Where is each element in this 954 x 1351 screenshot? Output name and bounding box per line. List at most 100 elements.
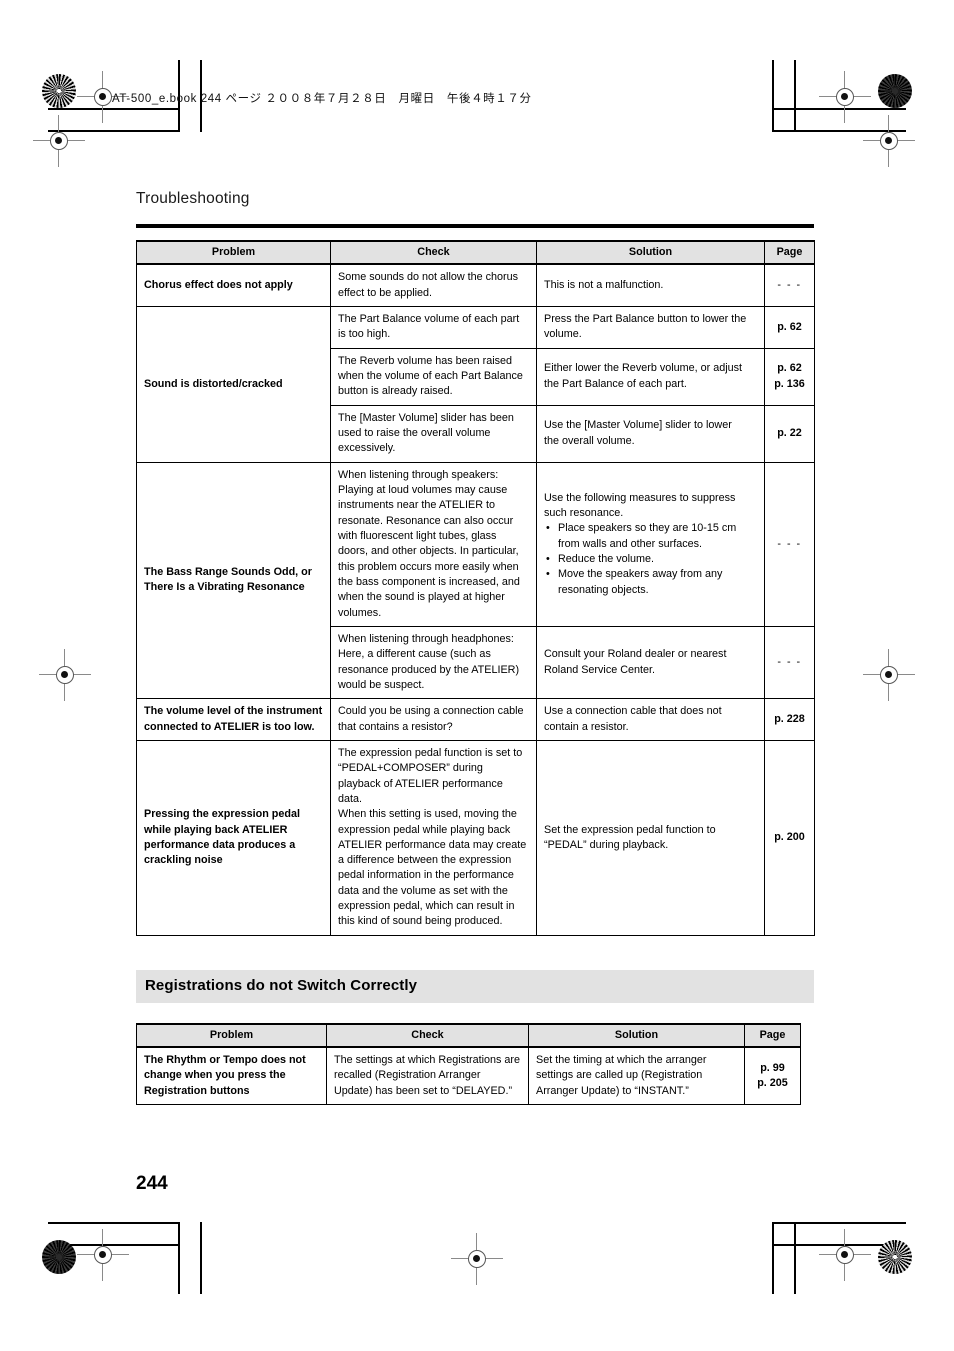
text-line: Use the [Master Volume] slider to lower — [544, 419, 732, 432]
table-row: The Rhythm or Tempo does not change when… — [136, 1046, 801, 1106]
cell-solution: This is not a malfunction. — [536, 263, 765, 307]
cell-problem: The volume level of the instrument conne… — [136, 698, 331, 741]
text-line: used to raise the overall volume — [338, 426, 491, 439]
cell-problem: The Bass Range Sounds Odd, or There Is a… — [136, 461, 331, 700]
page-title: Troubleshooting — [136, 190, 250, 207]
text-line: change when you press the — [144, 1069, 286, 1082]
text-line: Either lower the Reverb volume, or adjus… — [544, 362, 743, 375]
text-line: volumes. — [338, 606, 382, 619]
text-line: when the sound is played at higher — [338, 591, 505, 604]
text-line: expression pedal while playing back — [338, 823, 511, 836]
text-line: Some sounds do not allow the chorus — [338, 271, 519, 284]
cell-solution: Use the [Master Volume] slider to lower … — [536, 404, 765, 463]
text-line: would be suspect. — [338, 678, 425, 691]
text-line: when the volume of each Part Balance — [338, 369, 523, 382]
column-header-page: Page — [764, 239, 815, 266]
text-line: such resonance. — [544, 506, 624, 519]
cell-check: When listening through speakers: Playing… — [330, 461, 537, 627]
registrations-table: Problem Check Solution Page The Rhythm o… — [136, 1022, 801, 1106]
title-rule — [136, 224, 814, 228]
text-line: Could you be using a connection cable — [338, 705, 524, 718]
text-line: excessively. — [338, 442, 396, 455]
text-line: resonance produced by the ATELIER) — [338, 663, 520, 676]
color-registration-patch-bottom-right — [878, 1240, 912, 1274]
text-line: Here, a different cause (such as — [338, 648, 491, 661]
text-line: “PEDAL+COMPOSER” during — [338, 762, 483, 775]
text-line: The Reverb volume has been raised — [338, 354, 513, 367]
text-line: The expression pedal function is set to — [338, 746, 523, 759]
table-row: The Bass Range Sounds Odd, or There Is a… — [136, 461, 815, 700]
text-line: that contains a resistor? — [338, 720, 453, 733]
text-line: Set the timing at which the arranger — [536, 1054, 707, 1067]
cell-solution: Consult your Roland dealer or nearest Ro… — [536, 625, 765, 700]
solution-bullet-list: Place speakers so they are 10-15 cm from… — [544, 521, 757, 598]
list-item: Reduce the volume. — [546, 552, 757, 568]
cell-check: The expression pedal function is set to … — [330, 739, 537, 936]
registration-mark-mid-right — [863, 649, 915, 701]
color-registration-patch-top-left — [42, 74, 76, 108]
troubleshooting-table: Problem Check Solution Page Chorus effec… — [136, 239, 815, 936]
table-row: Chorus effect does not apply Some sounds… — [136, 263, 815, 307]
list-item: Place speakers so they are 10-15 cm from… — [546, 521, 757, 552]
registration-mark-bottom-center — [451, 1233, 503, 1285]
cell-check: The settings at which Registrations are … — [326, 1046, 529, 1106]
text-line: When this setting is used, moving the — [338, 808, 517, 821]
text-line: There Is a Vibrating Resonance — [144, 581, 305, 594]
text-line: p. 99 — [760, 1061, 785, 1074]
table-row: Sound is distorted/cracked The Part Bala… — [136, 305, 815, 463]
column-header-solution: Solution — [528, 1022, 745, 1049]
text-line: expression pedal, which can result in — [338, 900, 515, 913]
text-line: Set the expression pedal function to — [544, 823, 716, 836]
cell-check: Some sounds do not allow the chorus effe… — [330, 263, 537, 307]
cell-problem: The Rhythm or Tempo does not change when… — [136, 1046, 327, 1106]
text-line: When listening through speakers: — [338, 468, 499, 481]
text-line: a difference between the expression — [338, 854, 512, 867]
cell-check: The [Master Volume] slider has been used… — [330, 404, 537, 463]
text-line: Registration buttons — [144, 1084, 250, 1097]
cell-check: The Part Balance volume of each part is … — [330, 305, 537, 349]
section-heading-band: Registrations do not Switch Correctly — [136, 969, 814, 1003]
text-line: Use the following measures to suppress — [544, 491, 736, 504]
cell-problem: Pressing the expression pedal while play… — [136, 739, 331, 936]
text-line: The volume level of the instrument — [144, 705, 323, 718]
text-line: p. 136 — [774, 377, 805, 390]
column-header-solution: Solution — [536, 239, 765, 266]
cell-problem: Sound is distorted/cracked — [136, 305, 331, 463]
text-line: the Part Balance of each part. — [544, 377, 687, 390]
text-line: performance data produces a — [144, 838, 296, 851]
color-registration-patch-top-right — [878, 74, 912, 108]
text-line: The settings at which Registrations are — [334, 1054, 521, 1067]
cell-page: - - - — [764, 625, 815, 700]
cell-solution: Set the expression pedal function to “PE… — [536, 739, 765, 936]
text-line: When listening through headphones: — [338, 632, 514, 645]
text-line: The Bass Range Sounds Odd, or — [144, 566, 312, 579]
cell-page: p. 228 — [764, 698, 815, 741]
cell-solution: Use the following measures to suppress s… — [536, 461, 765, 627]
cell-page: p. 99 p. 205 — [744, 1046, 801, 1106]
column-header-check: Check — [330, 239, 537, 266]
text-line: Arranger Update) to “INSTANT.” — [536, 1084, 689, 1097]
column-header-check: Check — [326, 1022, 529, 1049]
cell-check: Could you be using a connection cable th… — [330, 698, 537, 741]
cell-check: The Reverb volume has been raised when t… — [330, 347, 537, 406]
cell-page: - - - — [764, 263, 815, 307]
registration-mark-mid-left — [39, 649, 91, 701]
cell-page: p. 22 — [764, 404, 815, 463]
text-line: playback of ATELIER performance — [338, 777, 503, 790]
text-line: Roland Service Center. — [544, 663, 656, 676]
text-line: crackling noise — [144, 854, 223, 867]
table-row: Pressing the expression pedal while play… — [136, 739, 815, 936]
table-row: The volume level of the instrument conne… — [136, 698, 815, 741]
list-item: Move the speakers away from any resonati… — [546, 567, 757, 598]
cell-page: p. 62 p. 136 — [764, 347, 815, 406]
cell-problem: Chorus effect does not apply — [136, 263, 331, 307]
text-line: with fluorescent light tubes, glass — [338, 529, 497, 542]
cell-solution: Either lower the Reverb volume, or adjus… — [536, 347, 765, 406]
page-number: 244 — [136, 1173, 168, 1194]
cell-page: p. 62 — [764, 305, 815, 349]
text-line: p. 62 — [777, 362, 802, 375]
cell-solution: Set the timing at which the arranger set… — [528, 1046, 745, 1106]
text-line: volume. — [544, 328, 582, 341]
text-line: data and the volume as set with the — [338, 884, 508, 897]
running-head: AT-500_e.book 244 ページ ２００８年７月２８日 月曜日 午後４… — [112, 93, 532, 105]
